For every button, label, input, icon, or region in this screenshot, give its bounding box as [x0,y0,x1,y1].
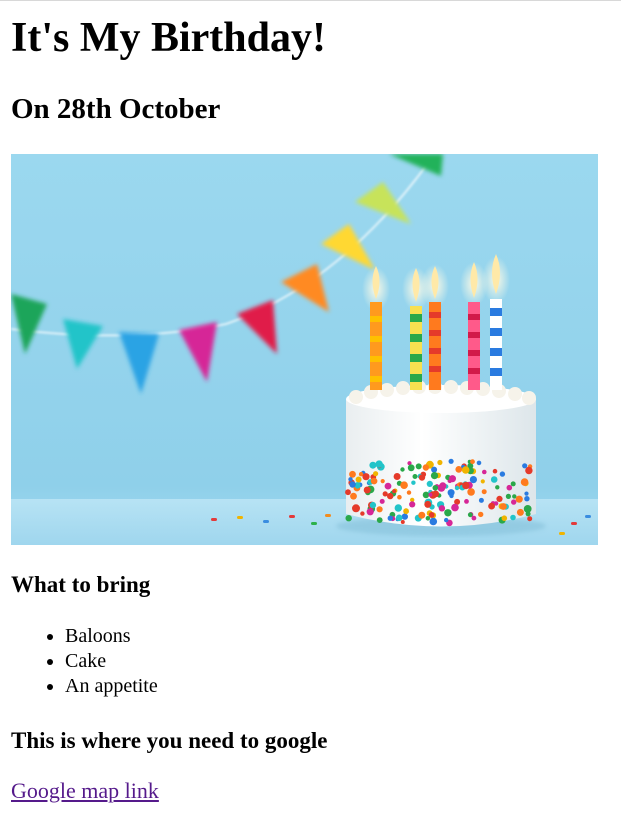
list-item: Cake [65,649,158,674]
list-item: Baloons [65,624,158,649]
top-border [0,0,621,1]
page-subtitle: On 28th October [11,93,221,125]
list-item: An appetite [65,674,158,699]
google-map-link[interactable]: Google map link [11,778,159,804]
what-to-bring-heading: What to bring [11,572,151,597]
location-heading: This is where you need to google [11,728,328,753]
bring-list: Baloons Cake An appetite [11,624,158,699]
birthday-cake-image [11,154,598,545]
page-title: It's My Birthday! [11,15,326,61]
